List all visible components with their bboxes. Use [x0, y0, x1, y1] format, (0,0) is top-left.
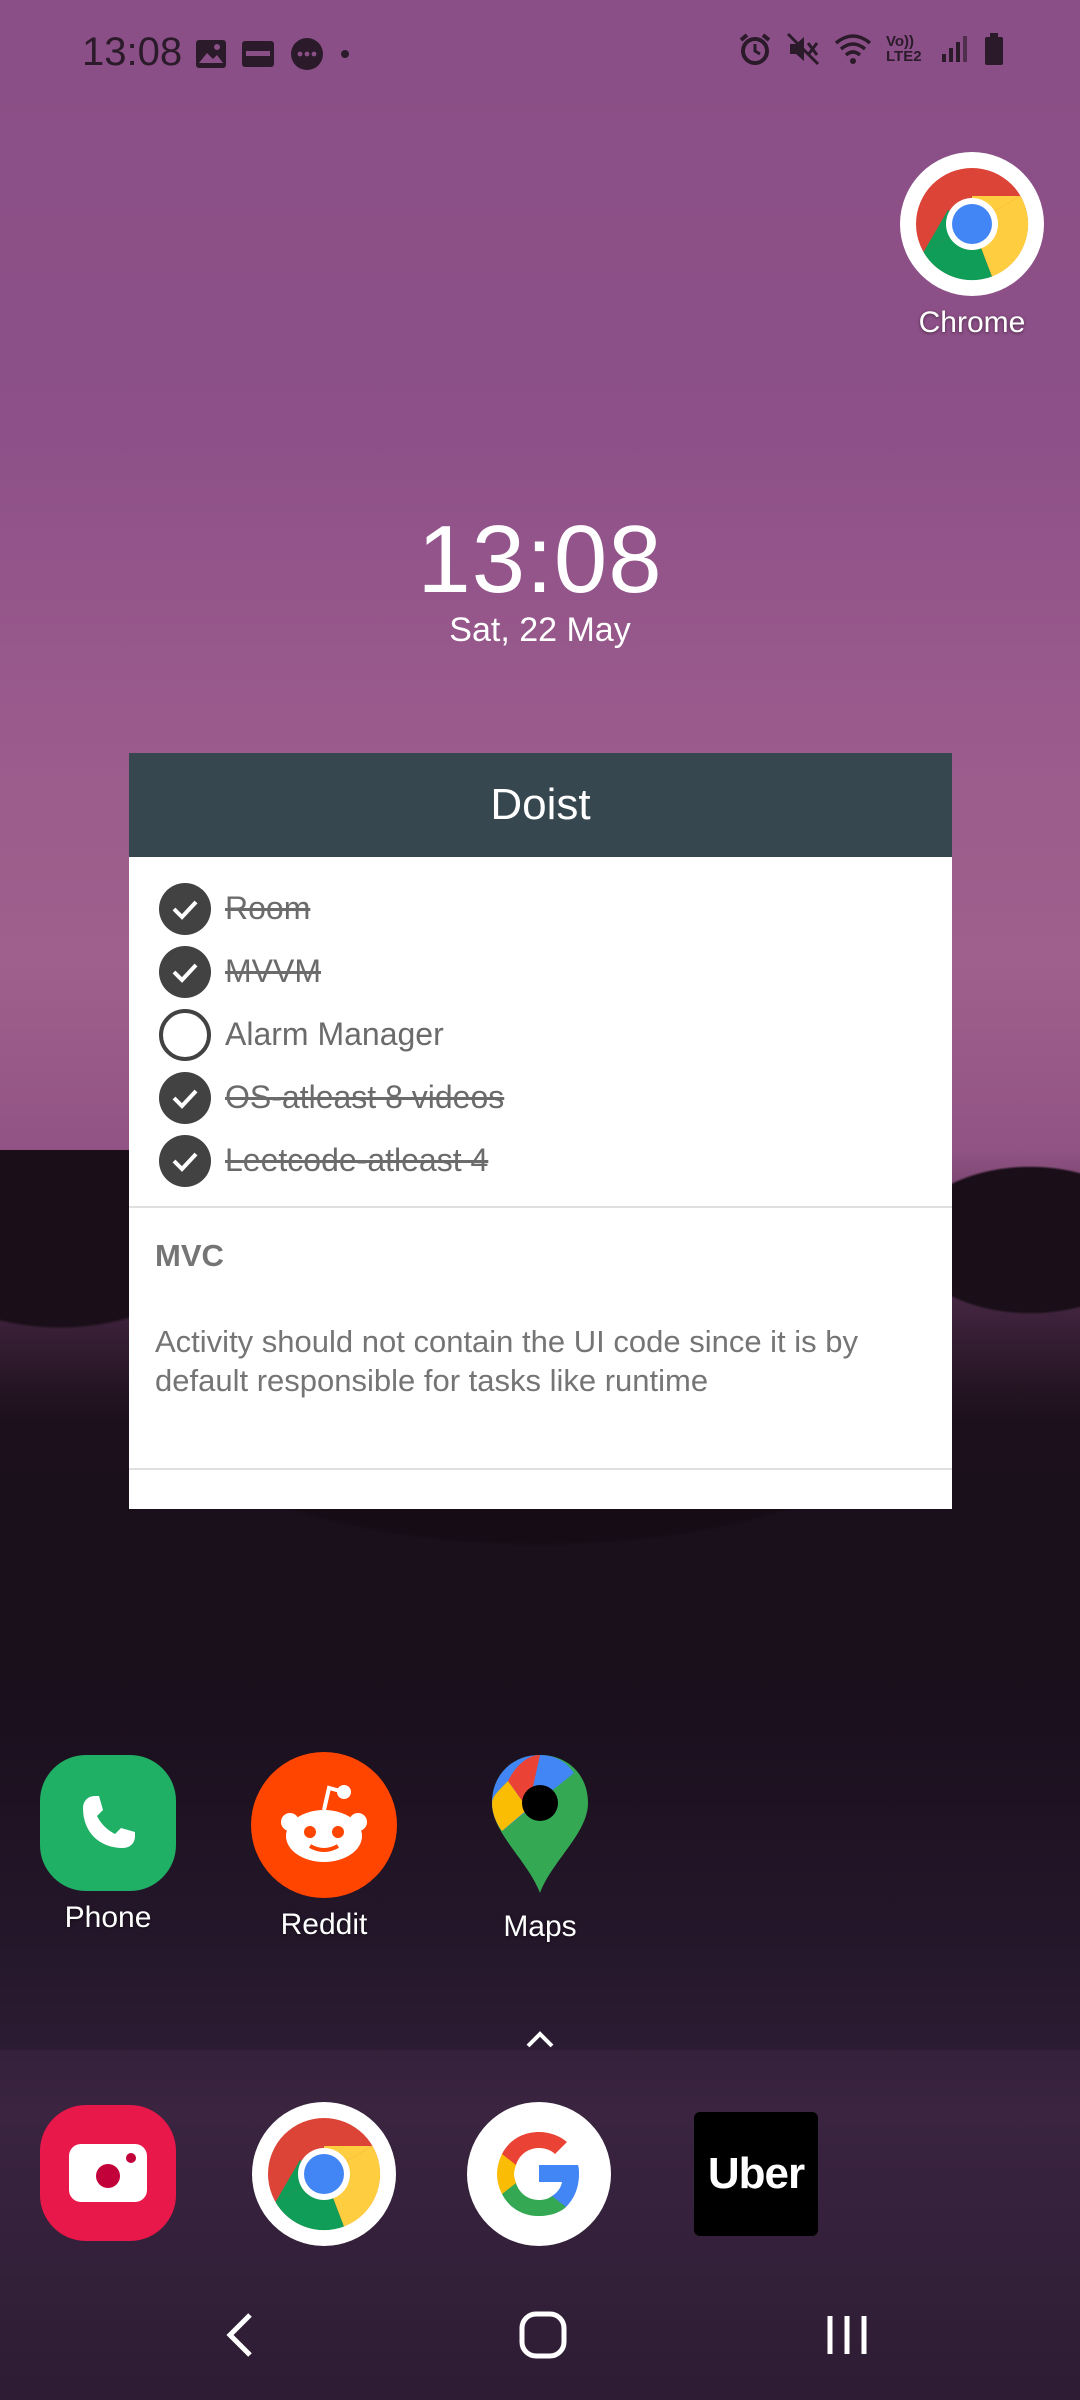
note-title: MVC [155, 1238, 224, 1273]
maps-pin-icon [492, 1755, 588, 1893]
chrome-icon-bg [900, 152, 1044, 296]
reddit-icon [281, 1785, 367, 1862]
task-item[interactable]: Alarm Manager [159, 1003, 952, 1066]
alarm-icon [739, 33, 771, 65]
task-item[interactable]: OS-atleast 8 videos [159, 1066, 952, 1129]
clock-date: Sat, 22 May [449, 611, 631, 649]
status-time: 13:08 [82, 30, 183, 74]
checkmark-icon [172, 1152, 198, 1172]
screen-recorder-icon [69, 2144, 147, 2202]
checkmark-icon [172, 963, 198, 983]
checkmark-icon [172, 900, 198, 920]
maps-app-shortcut[interactable]: Maps [470, 1748, 610, 1944]
task-checkbox-unchecked[interactable] [159, 1008, 211, 1061]
battery-icon [985, 33, 1003, 65]
task-checkbox-checked[interactable] [159, 945, 211, 998]
widget-title: Doist [490, 780, 591, 829]
task-label: Alarm Manager [225, 1016, 444, 1052]
task-checkbox-checked[interactable] [159, 882, 211, 935]
note-item[interactable]: MVC Activity should not contain the UI c… [129, 1208, 952, 1470]
phone-label: Phone [64, 1901, 152, 1934]
paytm-icon [242, 41, 274, 67]
home-button[interactable] [518, 2310, 568, 2360]
maps-label: Maps [503, 1910, 577, 1943]
app-drawer-chevron-icon[interactable] [518, 2018, 562, 2062]
task-item[interactable]: MVVM [159, 940, 952, 1003]
phone-icon [83, 1796, 135, 1848]
doist-widget[interactable]: Doist Room MVVM Alarm Manager OS-atleast… [129, 753, 952, 1509]
phone-app-shortcut[interactable]: Phone [40, 1755, 176, 1935]
recents-button[interactable] [822, 2310, 872, 2360]
task-item[interactable]: Leetcode-atleast 4 [159, 1129, 952, 1192]
mute-icon [786, 32, 820, 66]
task-checkbox-checked[interactable] [159, 1071, 211, 1124]
wifi-icon [834, 34, 872, 64]
reddit-icon-bg [251, 1752, 397, 1898]
notification-icons [195, 36, 351, 72]
reddit-label: Reddit [280, 1908, 368, 1941]
volte-label: Vo)) LTE2 [886, 33, 922, 65]
chrome-icon [268, 2118, 381, 2231]
task-list: Room MVVM Alarm Manager OS-atleast 8 vid… [129, 857, 952, 1208]
signal-icon [942, 36, 967, 62]
gallery-icon [196, 40, 226, 68]
checkmark-icon [172, 1089, 198, 1109]
widget-header[interactable]: Doist [129, 753, 952, 857]
task-label: Leetcode-atleast 4 [225, 1142, 489, 1178]
note-body: Activity should not contain the UI code … [155, 1324, 859, 1398]
task-label: MVVM [225, 953, 321, 989]
maps-icon-wrap [470, 1748, 610, 1900]
google-dock-shortcut[interactable] [467, 2102, 611, 2246]
reddit-app-shortcut[interactable]: Reddit [251, 1752, 397, 1942]
uber-wordmark: Uber [707, 2149, 805, 2198]
clock-time: 13:08 [417, 506, 663, 613]
navigation-bar [0, 2290, 1080, 2380]
task-label: OS-atleast 8 videos [225, 1079, 505, 1115]
status-bar: 13:08 Vo)) LTE2 [0, 0, 1080, 110]
task-checkbox-checked[interactable] [159, 1134, 211, 1187]
screen-recorder-app-shortcut[interactable] [40, 2105, 176, 2241]
back-button[interactable] [220, 2310, 260, 2360]
more-notifications-dot [341, 50, 349, 58]
task-item[interactable]: Room [159, 877, 952, 940]
chrome-label: Chrome [918, 306, 1026, 339]
messages-icon [291, 38, 323, 70]
uber-dock-shortcut[interactable]: Uber [694, 2112, 818, 2236]
clock-widget[interactable]: 13:08 Sat, 22 May [0, 505, 1080, 650]
system-icons: Vo)) LTE2 [738, 32, 1004, 66]
chrome-app-shortcut[interactable]: Chrome [900, 152, 1044, 340]
phone-icon-bg [40, 1755, 176, 1891]
chrome-icon [916, 168, 1029, 281]
chrome-dock-shortcut[interactable] [252, 2102, 396, 2246]
task-label: Room [225, 890, 311, 926]
google-g-icon [497, 2132, 579, 2216]
